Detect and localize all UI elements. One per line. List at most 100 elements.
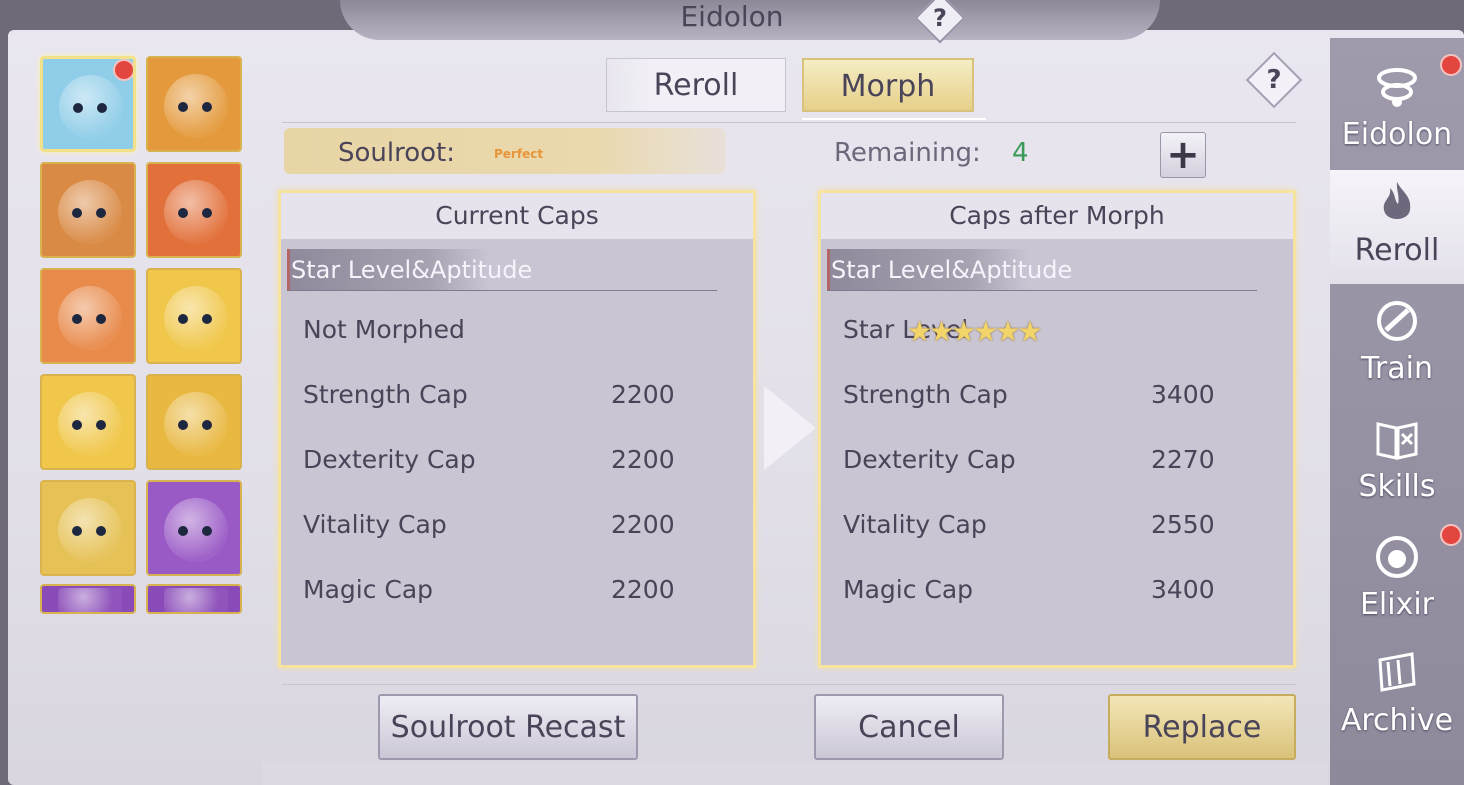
- pet-slot[interactable]: [146, 480, 242, 576]
- pet-slot[interactable]: [146, 56, 242, 152]
- collar-icon: [1372, 62, 1422, 112]
- nav-item-eidolon[interactable]: Eidolon: [1330, 54, 1464, 168]
- vitality-cap-label: Vitality Cap: [303, 510, 447, 539]
- nav-label: Archive: [1340, 703, 1454, 738]
- divider: [282, 684, 1296, 685]
- morph-caps-panel: Caps after Morph Star Level&Aptitude Sta…: [818, 190, 1296, 668]
- panel-title: Caps after Morph: [821, 193, 1293, 239]
- question-icon: ?: [933, 4, 947, 32]
- add-attempts-button[interactable]: +: [1160, 132, 1206, 178]
- nav-label: Eidolon: [1341, 117, 1453, 152]
- cancel-button[interactable]: Cancel: [814, 694, 1004, 760]
- magic-cap-label: Magic Cap: [303, 575, 434, 604]
- frog-cat-pet-icon: [58, 498, 122, 562]
- bottom-strip: [262, 762, 1328, 785]
- notification-dot: [1440, 524, 1462, 546]
- eye: [96, 420, 106, 430]
- eye: [202, 102, 212, 112]
- tab-morph[interactable]: Morph: [802, 58, 974, 112]
- pet-slot[interactable]: [146, 374, 242, 470]
- succulent-pet-icon: [164, 498, 228, 562]
- nav-item-archive[interactable]: Archive: [1330, 640, 1464, 754]
- remaining-label: Remaining:: [834, 138, 981, 168]
- notification-dot: [1440, 54, 1462, 76]
- eye: [97, 103, 107, 113]
- green-dragon-pet-icon: [164, 74, 228, 138]
- notification-dot: [113, 59, 133, 81]
- fire-dragon-pet-icon: [164, 180, 228, 244]
- strength-cap-label: Strength Cap: [843, 380, 1008, 409]
- pet-slot[interactable]: [40, 480, 136, 576]
- flame-icon: [1372, 178, 1422, 228]
- eye: [96, 314, 106, 324]
- eye: [202, 314, 212, 324]
- replace-button[interactable]: Replace: [1108, 694, 1296, 760]
- active-tab-indicator: [802, 118, 986, 120]
- page-title: Eidolon: [680, 0, 784, 33]
- eye: [178, 314, 188, 324]
- strength-cap-label: Strength Cap: [303, 380, 468, 409]
- pet-slot[interactable]: [146, 162, 242, 258]
- remaining-count: 4: [1012, 138, 1029, 168]
- magic-cap-value: 2200: [611, 575, 675, 604]
- nav-item-skills[interactable]: Skills: [1330, 406, 1464, 520]
- nav-label: Skills: [1358, 469, 1436, 504]
- pet-slot[interactable]: [40, 162, 136, 258]
- book-icon: [1372, 414, 1422, 464]
- vitality-cap-value: 2200: [611, 510, 675, 539]
- eye: [178, 420, 188, 430]
- current-caps-panel: Current Caps Star Level&Aptitude Not Mor…: [278, 190, 756, 668]
- eye: [72, 420, 82, 430]
- strength-cap-value: 2200: [611, 380, 675, 409]
- blue-bunny-pet-icon: [58, 392, 122, 456]
- blue-hair-girl-pet-icon: [59, 75, 123, 139]
- eye: [72, 526, 82, 536]
- pet-slot[interactable]: [40, 584, 136, 614]
- nav-item-reroll[interactable]: Reroll: [1330, 170, 1464, 284]
- eye: [72, 314, 82, 324]
- tab-reroll[interactable]: Reroll: [606, 58, 786, 112]
- pet-slot[interactable]: [40, 56, 136, 152]
- dexterity-cap-value: 2270: [1151, 445, 1215, 474]
- soulroot-recast-button[interactable]: Soulroot Recast: [378, 694, 638, 760]
- pet-slot[interactable]: [40, 374, 136, 470]
- section-divider: [827, 290, 1257, 291]
- eye: [96, 526, 106, 536]
- nav-item-train[interactable]: Train: [1330, 288, 1464, 402]
- plus-icon: +: [1166, 132, 1200, 178]
- magic-cap-value: 3400: [1151, 575, 1215, 604]
- nav-label: Train: [1361, 351, 1433, 386]
- strength-cap-value: 3400: [1151, 380, 1215, 409]
- divider: [282, 122, 1296, 123]
- eye: [202, 208, 212, 218]
- pet-slot[interactable]: [40, 268, 136, 364]
- nav-label: Reroll: [1354, 233, 1440, 268]
- lightning-pet-icon: [58, 588, 122, 612]
- magic-cap-label: Magic Cap: [843, 575, 974, 604]
- question-icon: ?: [1266, 65, 1282, 95]
- section-title: Star Level&Aptitude: [831, 256, 1073, 284]
- nav-label: Elixir: [1359, 587, 1435, 622]
- vitality-cap-value: 2550: [1151, 510, 1215, 539]
- eye: [202, 526, 212, 536]
- scroll-icon: [1372, 648, 1422, 698]
- panel-title: Current Caps: [281, 193, 753, 239]
- blue-bunny-pet-icon: [164, 286, 228, 350]
- dexterity-cap-value: 2200: [611, 445, 675, 474]
- section-divider: [287, 290, 717, 291]
- pet-slot[interactable]: [146, 268, 242, 364]
- ring-icon: [1372, 296, 1422, 346]
- section-title: Star Level&Aptitude: [291, 256, 533, 284]
- bear-warrior-pet-icon: [58, 180, 122, 244]
- eye: [96, 208, 106, 218]
- onion-spirit-pet-icon: [58, 286, 122, 350]
- nav-item-elixir[interactable]: Elixir: [1330, 524, 1464, 638]
- pumpkin-pet-icon: [164, 392, 228, 456]
- soulroot-value: Perfect: [494, 147, 544, 161]
- soulroot-label: Soulroot:: [338, 138, 455, 168]
- eye: [178, 208, 188, 218]
- pet-slot[interactable]: [146, 584, 242, 614]
- eye: [178, 102, 188, 112]
- star-rating: ★★★★★★: [907, 315, 1043, 348]
- eye: [72, 208, 82, 218]
